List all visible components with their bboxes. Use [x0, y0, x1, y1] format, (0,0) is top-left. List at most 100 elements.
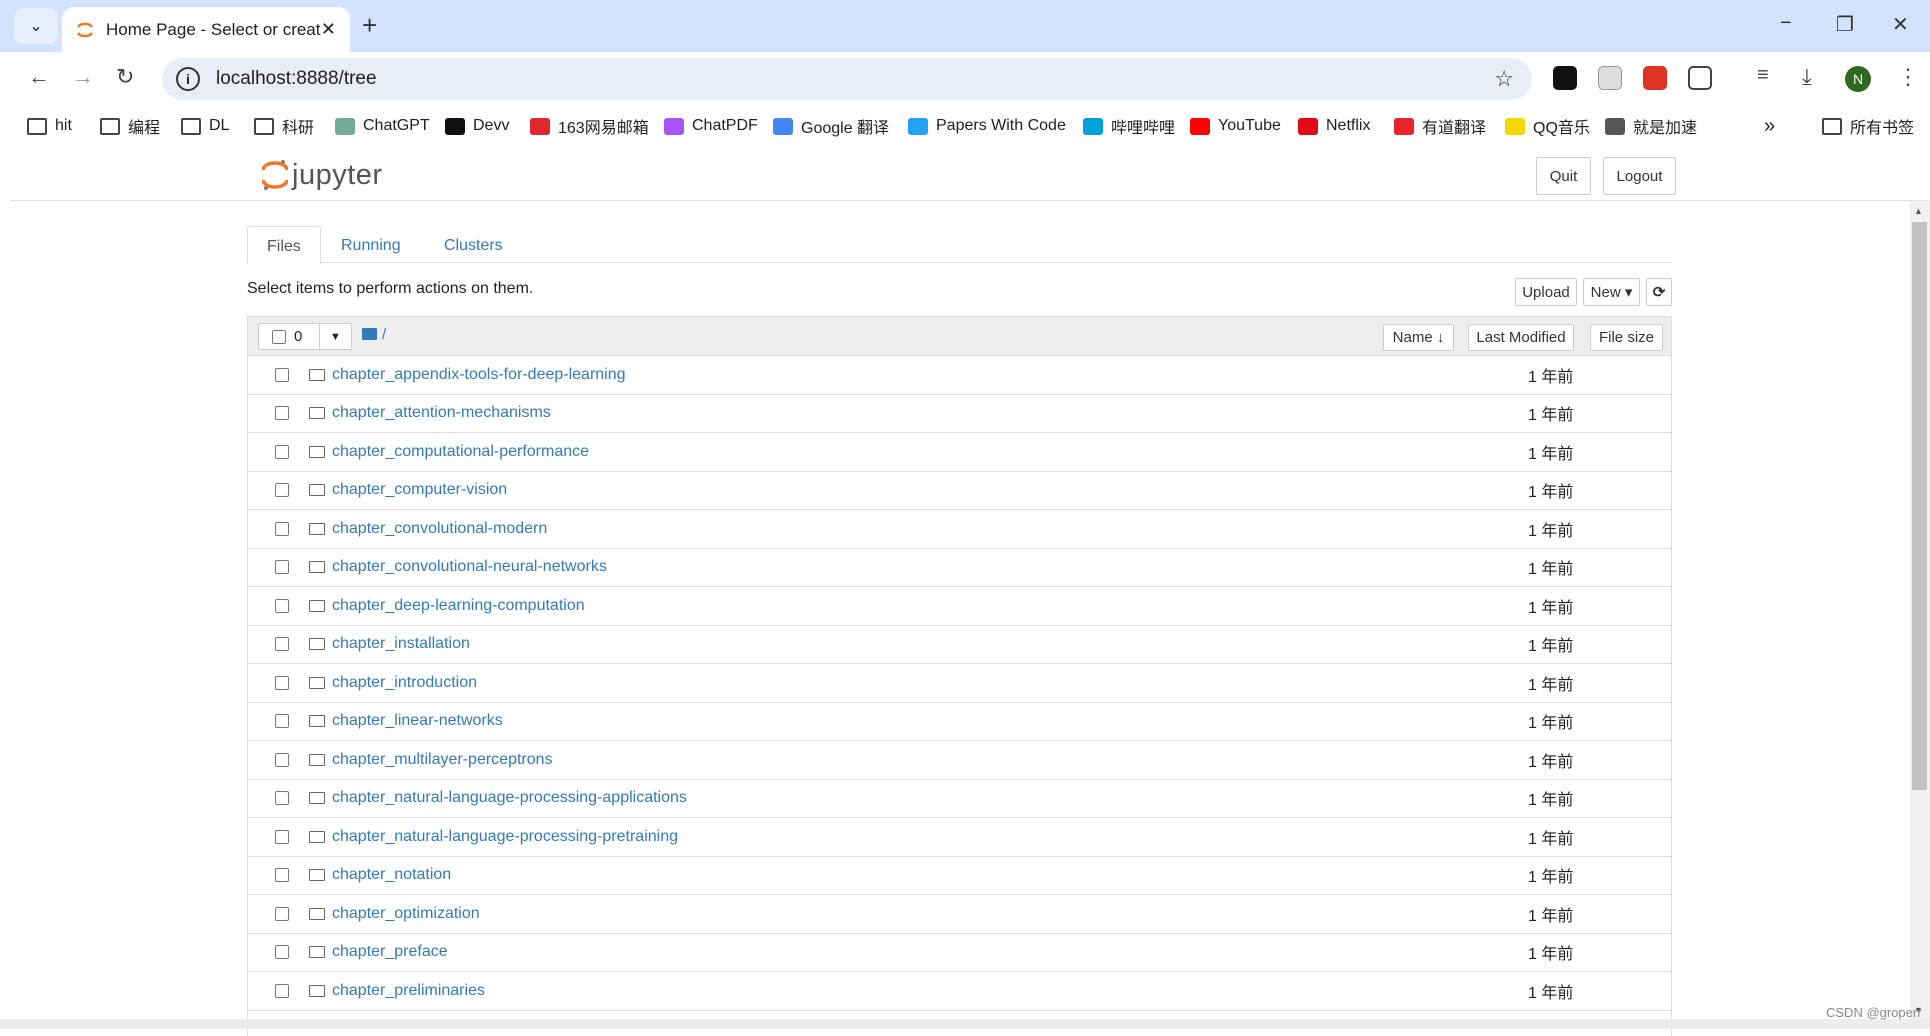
row-checkbox[interactable]: [275, 367, 289, 382]
row-checkbox[interactable]: [275, 906, 289, 921]
select-all-checkbox[interactable]: [272, 329, 286, 344]
folder-link[interactable]: chapter_introduction: [332, 674, 477, 692]
file-row: chapter_multilayer-perceptrons 1 年前: [248, 741, 1671, 780]
restore-button[interactable]: ❐: [1836, 12, 1854, 37]
row-checkbox[interactable]: [275, 752, 289, 767]
bookmark-label: DL: [209, 117, 230, 134]
new-dropdown-button[interactable]: New ▾: [1583, 278, 1640, 306]
reader-icon[interactable]: [1598, 66, 1622, 90]
bookmark-star-icon[interactable]: ☆: [1494, 66, 1514, 92]
row-checkbox[interactable]: [275, 714, 289, 729]
upload-button[interactable]: Upload: [1515, 278, 1577, 306]
row-checkbox[interactable]: [275, 560, 289, 575]
bookmark-item[interactable]: Papers With Code: [908, 114, 1066, 138]
bookmark-item[interactable]: Netflix: [1298, 114, 1370, 138]
folder-link[interactable]: chapter_notation: [332, 866, 451, 884]
folder-link[interactable]: chapter_preliminaries: [332, 982, 485, 1000]
file-row: chapter_attention-mechanisms 1 年前: [248, 395, 1671, 433]
row-checkbox[interactable]: [275, 637, 289, 652]
caret-down-icon[interactable]: ▼: [330, 331, 341, 343]
bookmarks-overflow-button[interactable]: »: [1764, 114, 1775, 138]
bookmark-item[interactable]: QQ音乐: [1505, 114, 1590, 138]
last-modified: 1 年前: [1528, 638, 1574, 656]
row-checkbox[interactable]: [275, 675, 289, 690]
refresh-button[interactable]: ⟳: [1646, 278, 1672, 306]
folder-link[interactable]: chapter_computer-vision: [332, 481, 507, 499]
puzzle-extensions-icon[interactable]: [1688, 66, 1712, 90]
row-checkbox[interactable]: [275, 521, 289, 536]
devv-icon: [445, 117, 465, 135]
bookmark-item[interactable]: hit: [27, 114, 72, 138]
row-checkbox[interactable]: [275, 829, 289, 844]
logout-button[interactable]: Logout: [1603, 157, 1676, 195]
sort-name-button[interactable]: Name ↓: [1383, 324, 1454, 351]
sort-file-size-button[interactable]: File size: [1590, 324, 1663, 351]
tab-search-button[interactable]: ⌄: [14, 8, 58, 44]
scrollbar-thumb[interactable]: [1912, 222, 1927, 790]
row-checkbox[interactable]: [275, 444, 289, 459]
bookmark-item[interactable]: Google 翻译: [773, 114, 889, 138]
row-checkbox[interactable]: [275, 868, 289, 883]
video-speed-extension-icon[interactable]: [1643, 66, 1667, 90]
bookmark-item[interactable]: ChatGPT: [335, 114, 430, 138]
jupyter-logo[interactable]: jupyter: [262, 158, 383, 192]
back-button[interactable]: ←: [28, 64, 50, 90]
bookmark-item[interactable]: 哔哩哔哩: [1083, 114, 1175, 138]
new-tab-button[interactable]: +: [362, 10, 377, 41]
bookmark-item[interactable]: 编程: [100, 114, 160, 138]
profile-avatar[interactable]: N: [1845, 66, 1871, 92]
bookmark-item[interactable]: 就是加速: [1605, 114, 1697, 138]
close-window-button[interactable]: ✕: [1892, 12, 1909, 37]
extension-icon[interactable]: [1553, 66, 1577, 90]
bookmark-item[interactable]: DL: [181, 114, 229, 138]
bookmark-item[interactable]: Devv: [445, 114, 509, 138]
bookmark-item[interactable]: 163网易邮箱: [530, 114, 649, 138]
minimize-button[interactable]: −: [1780, 12, 1792, 35]
address-bar[interactable]: i localhost:8888/tree ☆: [162, 58, 1532, 100]
all-bookmarks-button[interactable]: 所有书签: [1822, 114, 1914, 138]
folder-icon: [254, 117, 274, 135]
select-all-dropdown[interactable]: 0 ▼: [258, 323, 352, 350]
breadcrumb-root[interactable]: /: [382, 326, 386, 343]
download-icon[interactable]: ⤓: [1802, 64, 1812, 90]
close-tab-icon[interactable]: ✕: [321, 19, 336, 40]
row-checkbox[interactable]: [275, 406, 289, 421]
row-checkbox[interactable]: [275, 983, 289, 998]
folder-link[interactable]: chapter_convolutional-modern: [332, 520, 547, 538]
tab-files[interactable]: Files: [247, 226, 321, 264]
site-info-icon[interactable]: i: [176, 67, 200, 91]
bookmark-label: ChatPDF: [692, 117, 758, 134]
folder-solid-icon[interactable]: [362, 328, 377, 340]
menu-kebab-icon[interactable]: ⋮: [1897, 64, 1919, 90]
bookmark-item[interactable]: YouTube: [1190, 114, 1281, 138]
folder-link[interactable]: chapter_multilayer-perceptrons: [332, 751, 553, 769]
folder-link[interactable]: chapter_natural-language-processing-appl…: [332, 789, 687, 807]
folder-link[interactable]: chapter_appendix-tools-for-deep-learning: [332, 366, 626, 384]
row-checkbox[interactable]: [275, 945, 289, 960]
folder-link[interactable]: chapter_computational-performance: [332, 443, 589, 461]
bookmark-item[interactable]: 科研: [254, 114, 314, 138]
forward-button[interactable]: →: [72, 64, 94, 90]
folder-link[interactable]: chapter_convolutional-neural-networks: [332, 558, 607, 576]
folder-link[interactable]: chapter_attention-mechanisms: [332, 404, 551, 422]
folder-link[interactable]: chapter_linear-networks: [332, 712, 503, 730]
folder-link[interactable]: chapter_installation: [332, 635, 470, 653]
folder-link[interactable]: chapter_preface: [332, 943, 448, 961]
row-checkbox[interactable]: [275, 791, 289, 806]
reload-button[interactable]: ↻: [116, 64, 134, 90]
row-checkbox[interactable]: [275, 598, 289, 613]
tab-clusters[interactable]: Clusters: [425, 226, 522, 263]
tab-running[interactable]: Running: [322, 226, 420, 263]
bookmark-item[interactable]: ChatPDF: [664, 114, 758, 138]
scroll-up-icon[interactable]: ▲: [1914, 206, 1923, 216]
folder-link[interactable]: chapter_optimization: [332, 905, 480, 923]
quit-button[interactable]: Quit: [1536, 157, 1591, 195]
browser-tab[interactable]: Home Page - Select or create ✕: [62, 7, 350, 52]
media-queue-icon[interactable]: ≡: [1757, 64, 1769, 87]
bookmark-item[interactable]: 有道翻译: [1394, 114, 1486, 138]
folder-link[interactable]: chapter_deep-learning-computation: [332, 597, 585, 615]
file-row: chapter_preliminaries 1 年前: [248, 972, 1671, 1011]
sort-last-modified-button[interactable]: Last Modified: [1468, 324, 1574, 351]
row-checkbox[interactable]: [275, 483, 289, 498]
folder-link[interactable]: chapter_natural-language-processing-pret…: [332, 828, 678, 846]
